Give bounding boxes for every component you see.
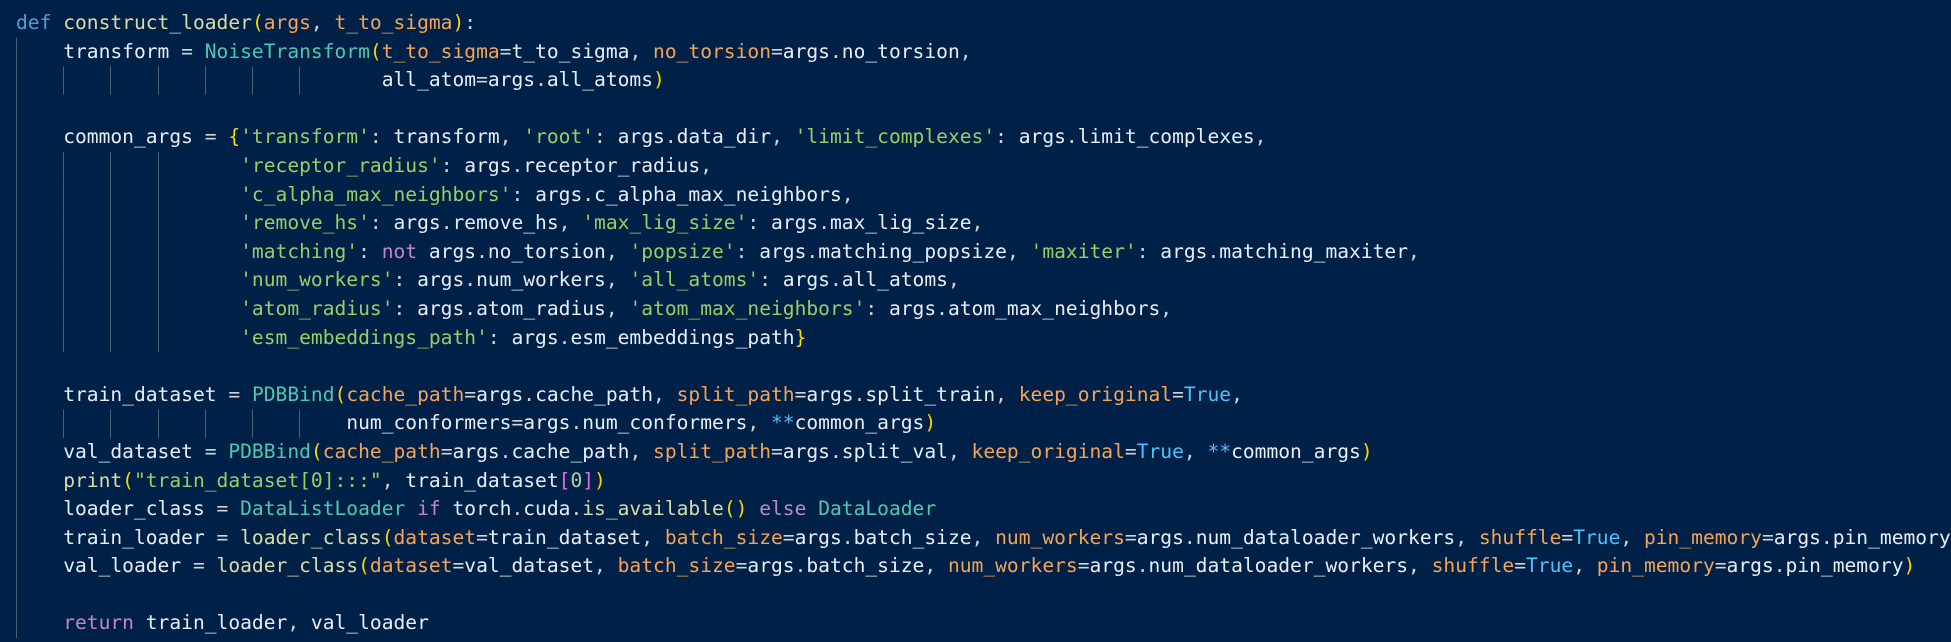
code-line[interactable]: all_atom=args.all_atoms) — [16, 66, 1951, 95]
code-line[interactable]: print("train_dataset[0]:::", train_datas… — [16, 467, 1951, 496]
code-line[interactable]: 'atom_radius': args.atom_radius, 'atom_m… — [16, 295, 1951, 324]
code-line[interactable]: 'c_alpha_max_neighbors': args.c_alpha_ma… — [16, 181, 1951, 210]
code-editor[interactable]: def construct_loader(args, t_to_sigma): … — [0, 0, 1951, 642]
code-line[interactable]: num_conformers=args.num_conformers, **co… — [16, 409, 1951, 438]
code-line[interactable]: 'matching': not args.no_torsion, 'popsiz… — [16, 238, 1951, 267]
code-line[interactable]: ​ — [16, 581, 1951, 610]
code-line[interactable]: ​ — [16, 95, 1951, 124]
code-line[interactable]: train_dataset = PDBBind(cache_path=args.… — [16, 381, 1951, 410]
code-line[interactable]: val_loader = loader_class(dataset=val_da… — [16, 552, 1951, 581]
code-line[interactable]: return train_loader, val_loader — [16, 609, 1951, 638]
code-line[interactable]: def construct_loader(args, t_to_sigma): — [16, 9, 1951, 38]
code-line[interactable]: loader_class = DataListLoader if torch.c… — [16, 495, 1951, 524]
code-line[interactable]: 'esm_embeddings_path': args.esm_embeddin… — [16, 324, 1951, 353]
code-line[interactable]: val_dataset = PDBBind(cache_path=args.ca… — [16, 438, 1951, 467]
code-line[interactable]: 'num_workers': args.num_workers, 'all_at… — [16, 266, 1951, 295]
code-line[interactable]: transform = NoiseTransform(t_to_sigma=t_… — [16, 38, 1951, 67]
code-line[interactable]: 'receptor_radius': args.receptor_radius, — [16, 152, 1951, 181]
code-lines: def construct_loader(args, t_to_sigma): … — [16, 9, 1951, 638]
code-line[interactable]: 'remove_hs': args.remove_hs, 'max_lig_si… — [16, 209, 1951, 238]
code-line[interactable]: common_args = {'transform': transform, '… — [16, 123, 1951, 152]
code-line[interactable]: ​ — [16, 352, 1951, 381]
code-line[interactable]: train_loader = loader_class(dataset=trai… — [16, 524, 1951, 553]
